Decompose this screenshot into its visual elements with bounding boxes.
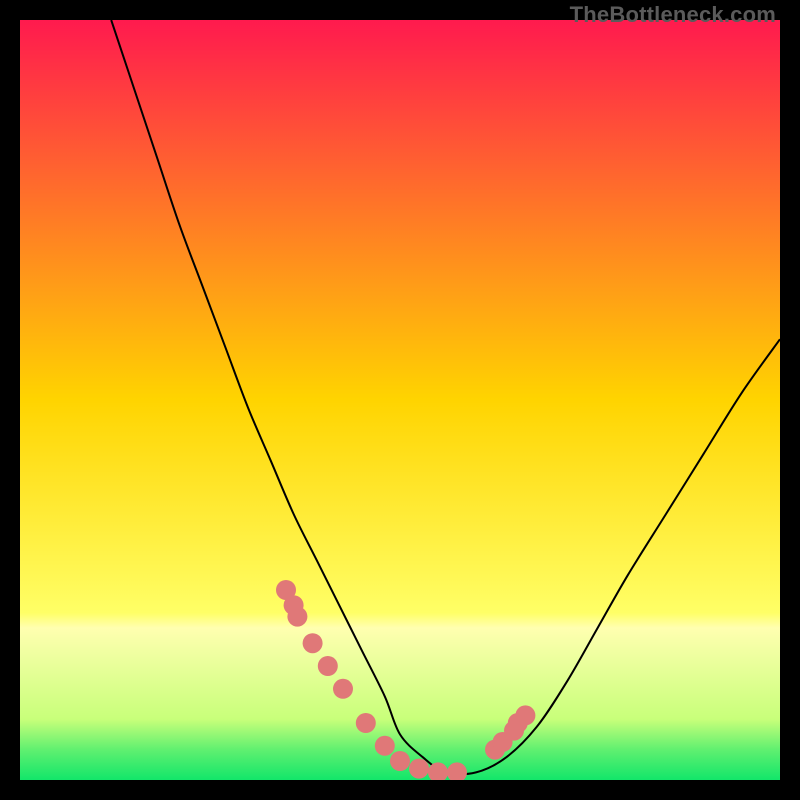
- chart-frame: [20, 20, 780, 780]
- watermark-text: TheBottleneck.com: [570, 2, 776, 28]
- highlight-dot: [356, 713, 376, 733]
- highlight-dot: [515, 705, 535, 725]
- gradient-background: [20, 20, 780, 780]
- bottleneck-chart: [20, 20, 780, 780]
- highlight-dot: [318, 656, 338, 676]
- highlight-dot: [375, 736, 395, 756]
- highlight-dot: [390, 751, 410, 771]
- highlight-dot: [303, 633, 323, 653]
- highlight-dot: [333, 679, 353, 699]
- highlight-dot: [287, 607, 307, 627]
- highlight-dot: [409, 759, 429, 779]
